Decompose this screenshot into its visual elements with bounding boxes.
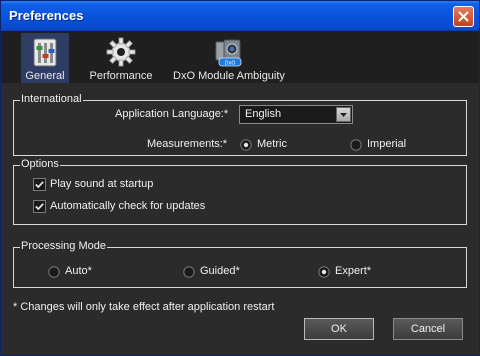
- measurements-label: Measurements:*: [147, 138, 228, 150]
- imperial-label: Imperial: [367, 138, 407, 150]
- language-label: Application Language:*: [115, 108, 229, 120]
- international-group: International Application Language:* Eng…: [13, 93, 467, 156]
- options-title: Options: [20, 158, 60, 170]
- tab-dxo-label: DxO Module Ambiguity: [173, 70, 285, 82]
- guided-label: Guided*: [200, 265, 240, 277]
- tab-general-label: General: [25, 70, 65, 82]
- window-title: Preferences: [9, 8, 84, 23]
- metric-label: Metric: [257, 138, 287, 150]
- radio-guided[interactable]: [183, 266, 195, 278]
- cancel-button[interactable]: Cancel: [393, 318, 463, 340]
- expert-label: Expert*: [335, 265, 372, 277]
- sliders-icon: [33, 38, 57, 67]
- camera-module-icon: DxO: [215, 39, 242, 67]
- check-updates-label: Automatically check for updates: [50, 200, 206, 212]
- close-icon: [458, 11, 469, 22]
- preferences-toolbar: General Performance DxO DxO Module Ambig…: [1, 31, 479, 83]
- chevron-down-icon[interactable]: [336, 107, 351, 122]
- language-select[interactable]: English: [239, 105, 353, 124]
- processing-mode-title: Processing Mode: [20, 240, 107, 252]
- radio-auto[interactable]: [48, 266, 60, 278]
- check-updates-checkbox[interactable]: [33, 200, 46, 213]
- tab-performance[interactable]: Performance: [87, 33, 155, 83]
- processing-mode-group: Processing Mode Auto* Guided* Expert*: [13, 240, 467, 288]
- play-sound-checkbox[interactable]: [33, 178, 46, 191]
- ok-button[interactable]: OK: [304, 318, 374, 340]
- international-title: International: [20, 93, 83, 105]
- auto-label: Auto*: [65, 265, 92, 277]
- tab-general[interactable]: General: [21, 33, 69, 83]
- preferences-window: Preferences General Performance DxO DxO …: [0, 0, 480, 356]
- svg-text:DxO: DxO: [225, 61, 236, 67]
- radio-imperial[interactable]: [350, 139, 362, 151]
- gear-icon: [106, 37, 136, 67]
- tab-dxo-module-ambiguity[interactable]: DxO DxO Module Ambiguity: [171, 33, 287, 83]
- radio-expert[interactable]: [318, 266, 330, 278]
- radio-metric[interactable]: [240, 139, 252, 151]
- play-sound-label: Play sound at startup: [50, 178, 154, 190]
- tab-performance-label: Performance: [89, 70, 153, 82]
- close-button[interactable]: [453, 6, 474, 27]
- title-bar[interactable]: Preferences: [1, 1, 479, 31]
- restart-note: * Changes will only take effect after ap…: [13, 301, 275, 313]
- options-group: Options Play sound at startup Automatica…: [13, 158, 467, 225]
- language-value: English: [245, 108, 282, 120]
